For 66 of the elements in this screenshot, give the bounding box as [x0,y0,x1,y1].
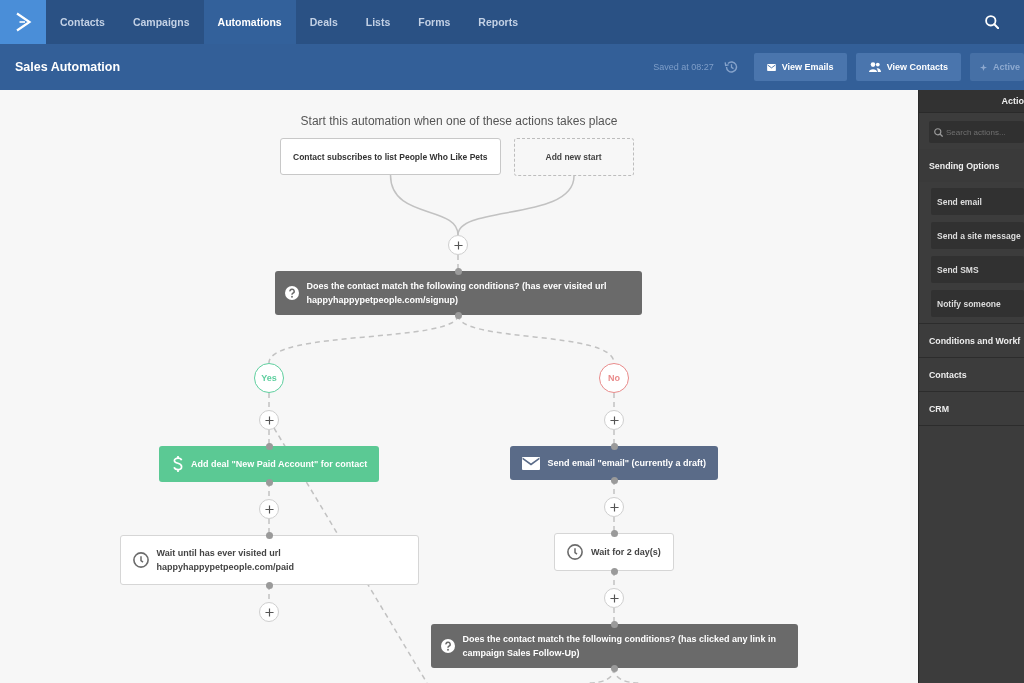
plus-icon [609,415,619,425]
connector-dot-icon [454,267,462,275]
question-icon [284,286,299,300]
email-step[interactable]: Send email "email" (currently a draft) [509,446,719,480]
add-step-button[interactable] [259,410,279,430]
dollar-icon [173,456,183,472]
connector-dot-icon [265,478,273,486]
add-step-button[interactable] [259,602,279,622]
save-status: Saved at 08:27 [653,62,714,72]
connector-dot-icon [610,529,618,537]
connector-dot-icon [454,311,462,319]
envelope-icon [766,63,776,71]
connector-dot-icon [610,476,618,484]
nav-tab[interactable]: Reports [464,0,533,44]
add-step-button[interactable] [259,499,279,519]
history-icon[interactable] [723,60,738,74]
nav-tab[interactable]: Lists [351,0,405,44]
wait-step[interactable]: Wait for 2 day(s) [554,533,674,571]
connector-dot-icon [610,664,618,672]
contacts-button[interactable]: View Contacts [855,53,961,81]
nav-tab[interactable]: Forms [404,0,465,44]
action-item[interactable]: Send a site message [931,222,1024,249]
nav-tab[interactable]: Deals [295,0,352,44]
connector-dot-icon [265,442,273,450]
plus-icon [609,593,619,603]
add-step-button[interactable] [448,235,468,255]
connector-dot-icon [610,567,618,575]
clock-icon [567,544,583,560]
connector-dot-icon [610,620,618,628]
plus-icon [264,607,274,617]
action-item[interactable]: Send email [931,188,1024,215]
section-header[interactable]: Conditions and Workf [919,324,1024,357]
sparkle-icon [980,63,987,71]
page-title: Sales Automation [15,60,121,74]
add-step-button[interactable] [604,588,624,608]
plus-icon [264,504,274,514]
search-icon[interactable] [985,15,999,29]
nav-tab[interactable]: Automations [203,0,296,44]
action-item[interactable]: Send SMS [931,256,1024,283]
section-header[interactable]: Contacts [919,358,1024,391]
add-step-button[interactable] [604,410,624,430]
connector-dot-icon [265,581,273,589]
nav-tab[interactable]: Contacts [46,0,119,44]
action-item[interactable]: Notify someone [931,290,1024,317]
section-header[interactable]: CRM [919,392,1024,425]
condition-step[interactable]: Does the contact match the following conditions? (has ever visited url happyhappypetpeople.com/signup) [274,271,642,315]
people-icon [868,62,881,72]
logo-icon[interactable] [0,0,46,44]
connector-dot-icon [610,442,618,450]
panel-title: Actio [1001,96,1024,106]
canvas-heading: Start this automation when one of these actions takes place [300,113,618,129]
add-start-button[interactable]: Add new start [513,138,634,176]
plus-icon [609,502,619,512]
wait-step[interactable]: Wait until has ever visited url happyhappypetpeople.com/paid [119,535,419,585]
search-icon [934,127,943,137]
nav-tab[interactable]: Campaigns [118,0,204,44]
connector-dot-icon [265,531,273,539]
question-icon [440,639,455,653]
clock-icon [132,552,149,568]
envelope-icon [521,456,540,470]
plus-icon [453,240,463,250]
plus-icon [264,415,274,425]
add-step-button[interactable] [604,497,624,517]
trigger-card[interactable]: Contact subscribes to list People Who Like Pets [280,138,501,175]
emails-button[interactable]: View Emails [753,53,847,81]
condition-step[interactable]: Does the contact match the following conditions? (has clicked any link in campaign Sales Follow-Up) [430,624,798,668]
